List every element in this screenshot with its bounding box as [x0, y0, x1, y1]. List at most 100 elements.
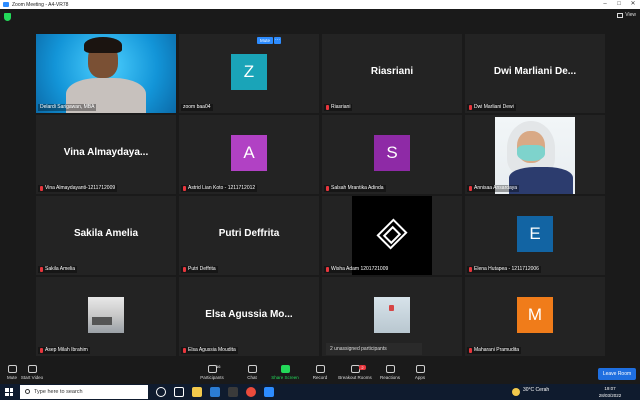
meeting-control-bar: Mute Start Video Participants 16 Chat Share S…: [0, 362, 640, 384]
participant-display-name: Putri Deffrita: [218, 228, 280, 239]
zoom-icon: [3, 2, 9, 7]
unassigned-participants-panel[interactable]: 2 unassigned participants: [326, 343, 422, 355]
mic-muted-icon: [326, 186, 329, 191]
participant-name-label: Elsa Agussia Moudita: [181, 347, 238, 354]
task-view-icon[interactable]: [174, 387, 184, 397]
participant-avatar: A: [231, 135, 267, 171]
participant-name-label: Astrid Lian Koto - 1211712012: [181, 185, 258, 192]
reactions-icon: [385, 365, 395, 373]
chat-icon: [247, 365, 257, 373]
participant-name-label: Wisha Adam 1201721009: [324, 266, 391, 273]
mic-muted-icon: [40, 267, 43, 272]
participant-tile[interactable]: Zzoom baa04: [179, 34, 319, 113]
security-shield-icon[interactable]: [4, 13, 11, 21]
breakout-count-badge: 2: [359, 365, 366, 370]
participant-tile[interactable]: Annisaa Ansardaya: [465, 115, 605, 194]
participant-count-badge: 16: [216, 364, 221, 369]
profile-picture-desk: [92, 317, 112, 325]
participant-name-label: Salsah Mrantika Adinda: [324, 185, 386, 192]
participant-tile[interactable]: Dwi Marliani De... Dwi Marliani Dewi: [465, 34, 605, 113]
participant-name-label: Elena Hutapea - 1211712006: [467, 266, 541, 273]
participant-tile[interactable]: S Salsah Mrantika Adinda: [322, 115, 462, 194]
participant-name: Maharani Pramudita: [474, 347, 520, 353]
mic-muted-icon: [183, 186, 186, 191]
participant-name: Putri Deffrita: [188, 266, 216, 272]
participant-display-name: Elsa Agussia Mo...: [205, 309, 293, 320]
participants-label: Participants: [200, 375, 224, 380]
minimize-button[interactable]: –: [598, 0, 612, 9]
participant-avatar: M: [517, 297, 553, 333]
edge-icon[interactable]: [210, 387, 220, 397]
mic-muted-icon: [469, 105, 472, 110]
participant-more-button[interactable]: ···: [274, 37, 281, 44]
start-video-button[interactable]: Start Video: [12, 365, 52, 380]
taskbar-search-input[interactable]: Type here to search: [20, 385, 148, 399]
maximize-button[interactable]: □: [612, 0, 626, 9]
participant-tile[interactable]: M Maharani Pramudita: [465, 277, 605, 356]
participant-tile[interactable]: Wisha Adam 1201721009: [322, 196, 462, 275]
participant-tile[interactable]: Sakila Amelia Sakila Amelia: [36, 196, 176, 275]
participant-display-name: Sakila Amelia: [73, 228, 139, 239]
cortana-icon[interactable]: [156, 387, 166, 397]
mic-muted-icon: [183, 348, 186, 353]
participant-name-label: Riasriani: [324, 104, 353, 111]
record-label: Record: [312, 375, 328, 380]
participant-tile[interactable]: Riasriani Riasriani: [322, 34, 462, 113]
window-title: Zoom Meeting - A4-VR78: [12, 1, 69, 8]
participant-tile[interactable]: Vina Almaydaya... Vina Almaydayanti-12117…: [36, 115, 176, 194]
weather-text[interactable]: 30°C Cerah: [523, 387, 549, 393]
participant-name: zoom baa04: [183, 104, 211, 110]
participant-tile[interactable]: Delardi Sarigawan, MBA: [36, 34, 176, 113]
participant-name-label: Maharani Pramudita: [467, 347, 522, 354]
participant-name: Dwi Marliani Dewi: [474, 104, 514, 110]
participant-profile-picture: [374, 297, 410, 333]
participant-tile[interactable]: Putri Deffrita Putri Deffrita: [179, 196, 319, 275]
participant-tile[interactable]: A Astrid Lian Koto - 1211712012: [179, 115, 319, 194]
store-icon[interactable]: [228, 387, 238, 397]
mic-muted-icon: [469, 267, 472, 272]
record-button[interactable]: Record: [300, 365, 340, 380]
taskbar-clock[interactable]: 19:07 28/03/2022: [592, 385, 628, 399]
participant-name: Asep Milah Ibrahim: [45, 347, 88, 353]
windows-start-icon[interactable]: [5, 388, 13, 396]
participant-tile[interactable]: Asep Milah Ibrahim: [36, 277, 176, 356]
participant-name: Delardi Sarigawan, MBA: [40, 104, 95, 110]
participant-name-label: Dwi Marliani Dewi: [467, 104, 516, 111]
apps-button[interactable]: Apps: [400, 365, 440, 380]
apps-label: Apps: [414, 375, 426, 380]
participant-name-label: Vina Almaydayanti-1211712009: [38, 185, 118, 192]
clock-time: 19:07: [604, 386, 616, 391]
participant-tile[interactable]: E Elena Hutapea - 1211712006: [465, 196, 605, 275]
share-screen-button[interactable]: Share Screen: [265, 365, 305, 380]
participant-name-label: zoom baa04: [181, 104, 213, 111]
start-video-label: Start Video: [20, 375, 44, 380]
clock-date: 28/03/2022: [598, 393, 622, 398]
close-button[interactable]: ✕: [626, 0, 640, 9]
breakout-rooms-button[interactable]: Breakout Rooms 2: [335, 365, 375, 380]
participant-display-name: Vina Almaydaya...: [63, 147, 149, 158]
participant-mute-button[interactable]: Mute: [257, 37, 273, 44]
participant-name-label: Sakila Amelia: [38, 266, 78, 273]
participant-name-label: Putri Deffrita: [181, 266, 218, 273]
participant-video-mask: [517, 145, 545, 161]
participant-name: Salsah Mrantika Adinda: [331, 185, 384, 191]
participant-video-hair: [84, 37, 122, 53]
participant-name: Riasriani: [331, 104, 351, 110]
participants-button[interactable]: Participants 16: [192, 364, 232, 380]
profile-picture-figure: [389, 305, 394, 311]
participant-name: Elsa Agussia Moudita: [188, 347, 236, 353]
apps-icon: [415, 365, 425, 373]
participant-name: Annisaa Ansardaya: [474, 185, 518, 191]
view-label: View: [625, 12, 636, 18]
participant-tile[interactable]: Elsa Agussia Mo... Elsa Agussia Moudita: [179, 277, 319, 356]
view-button[interactable]: View: [617, 12, 636, 18]
participant-avatar: Z: [231, 54, 267, 90]
file-explorer-icon[interactable]: [192, 387, 202, 397]
chat-label: Chat: [247, 375, 257, 380]
participant-avatar: E: [517, 216, 553, 252]
leave-room-button[interactable]: Leave Room: [598, 368, 636, 380]
chrome-icon[interactable]: [246, 387, 256, 397]
participant-avatar: S: [374, 135, 410, 171]
zoom-taskbar-icon[interactable]: [264, 387, 274, 397]
windows-taskbar: Type here to search 30°C Cerah 19:07 28/…: [0, 384, 640, 400]
